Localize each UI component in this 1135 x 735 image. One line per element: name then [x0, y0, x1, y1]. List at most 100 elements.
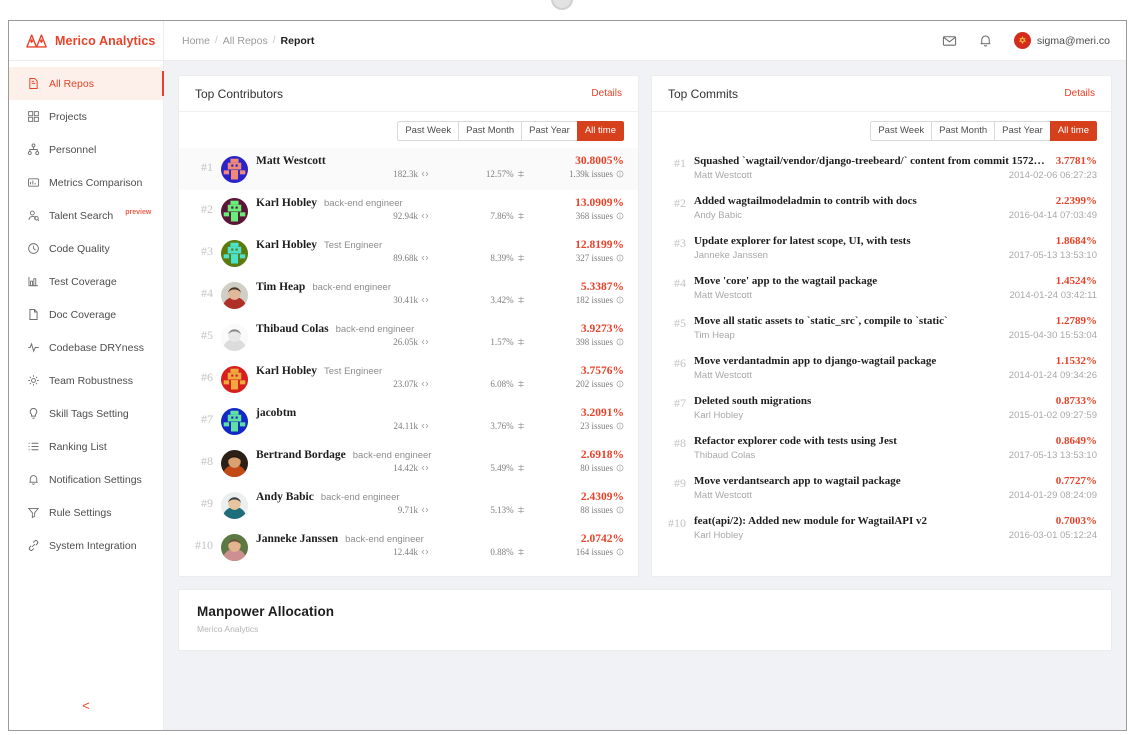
collapse-sidebar-button[interactable]: < — [82, 699, 90, 712]
commit-body: Move 'core' app to the wagtail package 1.… — [694, 275, 1097, 301]
filter-past-year[interactable]: Past Year — [994, 121, 1050, 142]
commit-rank: #10 — [668, 516, 686, 531]
commit-top-row: Squashed `wagtail/vendor/django-treebear… — [694, 155, 1097, 167]
sidebar-item-metrics-comparison[interactable]: Metrics Comparison — [9, 166, 163, 199]
filter-past-week[interactable]: Past Week — [397, 121, 459, 142]
contributor-row[interactable]: #4 Tim Heap back-end engineer 5.3387% 30.41k… — [179, 274, 638, 316]
commit-row[interactable]: #6 Move verdantadmin app to django-wagtai… — [652, 348, 1111, 388]
equalizer-icon — [517, 380, 525, 388]
sidebar-item-rule-settings[interactable]: Rule Settings — [9, 496, 163, 529]
stat-issues: 23 issues — [525, 421, 624, 431]
breadcrumb-item-all-repos[interactable]: All Repos — [223, 35, 268, 47]
details-link[interactable]: Details — [591, 88, 622, 99]
info-circle-icon[interactable] — [616, 254, 624, 262]
sidebar-item-codebase-dryness[interactable]: Codebase DRYness — [9, 331, 163, 364]
contributor-row[interactable]: #8 Bertrand Bordage back-end engineer 2.691… — [179, 442, 638, 484]
filter-all-time[interactable]: All time — [1049, 121, 1097, 142]
sidebar-item-projects[interactable]: Projects — [9, 100, 163, 133]
commit-percent: 0.7727% — [1055, 475, 1097, 488]
sidebar-item-system-integration[interactable]: System Integration — [9, 529, 163, 562]
preview-badge: preview — [125, 209, 152, 216]
contributor-body: Karl Hobley back-end engineer 13.0909% 92.9… — [256, 197, 624, 221]
commit-row[interactable]: #4 Move 'core' app to the wagtail package… — [652, 268, 1111, 308]
contributor-rank: #7 — [201, 412, 213, 427]
contributor-row[interactable]: #2 Karl Hobley back-end engineer 13.0909% 92… — [179, 190, 638, 232]
info-circle-icon[interactable] — [616, 296, 624, 304]
contributor-row[interactable]: #1 Matt Westcott 30.8005% 182.3k 12.57% 1.39k… — [179, 148, 638, 191]
commit-row[interactable]: #10 feat(api/2): Added new module for Wag… — [652, 508, 1111, 548]
commit-row[interactable]: #9 Move verdantsearch app to wagtail pack… — [652, 468, 1111, 508]
commit-row[interactable]: #8 Refactor explorer code with tests usin… — [652, 428, 1111, 468]
sidebar: All Repos Projects Personnel Metrics Com… — [9, 61, 164, 730]
equalizer-icon — [517, 548, 525, 556]
bell-icon[interactable] — [978, 33, 993, 48]
contributor-row[interactable]: #7 jacobtm 3.2091% 24.11k 3.76% 23 issues — [179, 400, 638, 442]
contributor-rank: #8 — [201, 454, 213, 469]
commit-percent: 0.8733% — [1055, 395, 1097, 408]
filter-past-week[interactable]: Past Week — [870, 121, 932, 142]
sidebar-item-notification-settings[interactable]: Notification Settings — [9, 463, 163, 496]
sidebar-item-code-quality[interactable]: Code Quality — [9, 232, 163, 265]
avatar — [221, 240, 248, 268]
commit-date: 2014-01-24 09:34:26 — [1008, 370, 1097, 382]
filter-past-month[interactable]: Past Month — [931, 121, 995, 142]
info-circle-icon[interactable] — [616, 506, 624, 514]
commit-row[interactable]: #1 Squashed `wagtail/vendor/django-treebe… — [652, 148, 1111, 188]
info-circle-icon[interactable] — [616, 170, 624, 178]
sidebar-item-skill-tags-setting[interactable]: Skill Tags Setting — [9, 397, 163, 430]
sidebar-collapse-row: < — [9, 680, 163, 730]
equalizer-icon — [517, 338, 525, 346]
stat-ratio: 3.42% — [429, 295, 525, 305]
merico-mountains-logo-icon — [26, 33, 48, 49]
sidebar-item-ranking-list[interactable]: Ranking List — [9, 430, 163, 463]
contributor-body: Janneke Janssen back-end engineer 2.0742% 1… — [256, 533, 624, 557]
sidebar-item-all-repos[interactable]: All Repos — [9, 67, 164, 100]
contributor-row[interactable]: #3 Karl Hobley Test Engineer 12.8199% 89.68k… — [179, 232, 638, 274]
commit-row[interactable]: #7 Deleted south migrations 0.8733% Karl Ho… — [652, 388, 1111, 428]
commit-row[interactable]: #3 Update explorer for latest scope, UI, … — [652, 228, 1111, 268]
sidebar-item-test-coverage[interactable]: Test Coverage — [9, 265, 163, 298]
pulse-icon — [27, 341, 40, 354]
page-title: Manpower Allocation — [197, 604, 335, 620]
contributor-row[interactable]: #9 Andy Babic back-end engineer 2.4309% 9.71… — [179, 484, 638, 526]
contributor-row[interactable]: #6 Karl Hobley Test Engineer 3.7576% 23.07k 6… — [179, 358, 638, 400]
stat-ratio: 12.57% — [429, 169, 525, 179]
stat-issues: 327 issues — [525, 253, 624, 263]
contributor-role: back-end engineer — [312, 282, 392, 294]
commit-rank: #7 — [674, 396, 686, 411]
time-range-segmented-control: Past Week Past Month Past Year All time — [397, 121, 624, 142]
user-menu[interactable]: sigma@meri.co — [1013, 32, 1110, 49]
breadcrumb-item-home[interactable]: Home — [182, 35, 210, 47]
commit-row[interactable]: #5 Move all static assets to `static_src`… — [652, 308, 1111, 348]
avatar — [221, 408, 248, 436]
info-circle-icon[interactable] — [616, 422, 624, 430]
contributor-name: Bertrand Bordage — [256, 449, 346, 462]
brand-logo-area[interactable]: Merico Analytics — [9, 21, 164, 60]
commit-body: Move verdantsearch app to wagtail packag… — [694, 475, 1097, 501]
sidebar-item-team-robustness[interactable]: Team Robustness — [9, 364, 163, 397]
contributor-row[interactable]: #5 Thibaud Colas back-end engineer 3.9273% 2… — [179, 316, 638, 358]
sidebar-item-talent-search[interactable]: Talent Search preview — [9, 199, 163, 232]
filter-past-year[interactable]: Past Year — [521, 121, 577, 142]
details-link[interactable]: Details — [1064, 88, 1095, 99]
contributor-row[interactable]: #10 Janneke Janssen back-end engineer 2.074… — [179, 526, 638, 568]
sidebar-item-personnel[interactable]: Personnel — [9, 133, 163, 166]
commit-message: Deleted south migrations — [694, 395, 812, 408]
avatar — [1013, 32, 1031, 49]
filter-past-month[interactable]: Past Month — [458, 121, 522, 142]
contributor-stats: 30.41k 3.42% 182 issues — [256, 295, 624, 305]
commit-meta-row: Karl Hobley 2015-01-02 09:27:59 — [694, 410, 1097, 421]
info-circle-icon[interactable] — [616, 212, 624, 220]
filter-all-time[interactable]: All time — [576, 121, 624, 142]
commit-row[interactable]: #2 Added wagtailmodeladmin to contrib wit… — [652, 188, 1111, 228]
info-circle-icon[interactable] — [616, 464, 624, 472]
grid-icon — [27, 110, 40, 123]
sidebar-item-doc-coverage[interactable]: Doc Coverage — [9, 298, 163, 331]
info-circle-icon[interactable] — [616, 338, 624, 346]
contributor-stats: 92.94k 7.86% 368 issues — [256, 211, 624, 221]
sidebar-item-label: Notification Settings — [49, 473, 142, 486]
info-circle-icon[interactable] — [616, 548, 624, 556]
mail-icon[interactable] — [942, 33, 957, 48]
info-circle-icon[interactable] — [616, 380, 624, 388]
contributor-rank: #1 — [201, 160, 213, 175]
